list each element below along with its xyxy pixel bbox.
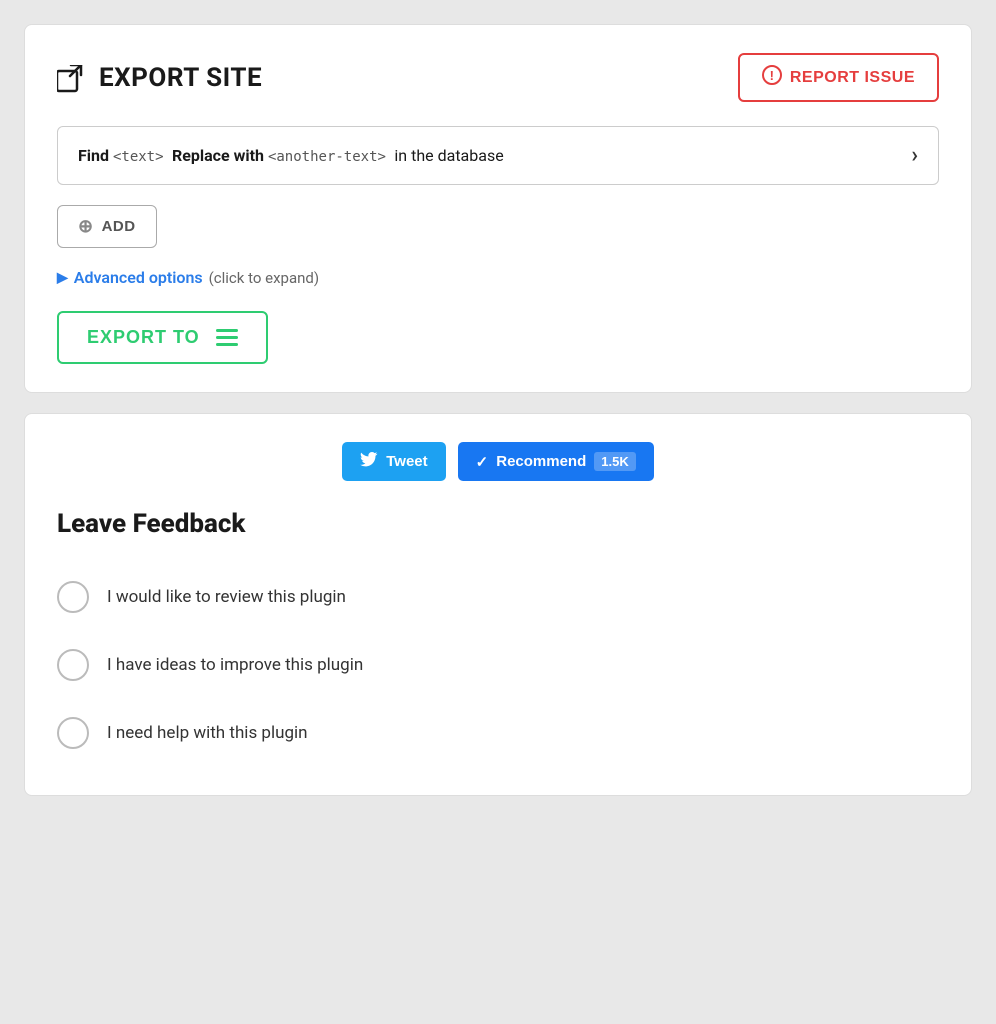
recommend-label: Recommend xyxy=(496,453,586,470)
leave-feedback-title: Leave Feedback xyxy=(57,509,939,539)
advanced-options[interactable]: ▶ Advanced options (click to expand) xyxy=(57,268,939,287)
find-replace-arrow: › xyxy=(911,143,918,168)
feedback-option-2-label: I have ideas to improve this plugin xyxy=(107,655,363,675)
feedback-option-1[interactable]: I would like to review this plugin xyxy=(57,563,939,631)
find-replace-text: Find <text> Replace with <another-text> … xyxy=(78,146,504,165)
twitter-icon xyxy=(360,452,378,471)
feedback-card: Tweet ✓ Recommend 1.5K Leave Feedback I … xyxy=(24,413,972,796)
tweet-label: Tweet xyxy=(386,453,427,470)
export-site-text: EXPORT SITE xyxy=(99,63,262,93)
add-label: ADD xyxy=(102,218,136,235)
recommend-check-icon: ✓ xyxy=(476,453,489,471)
export-site-header: EXPORT SITE ! REPORT ISSUE xyxy=(57,53,939,102)
feedback-option-1-label: I would like to review this plugin xyxy=(107,587,346,607)
export-site-title: EXPORT SITE xyxy=(57,62,262,92)
svg-text:!: ! xyxy=(769,68,774,83)
feedback-option-2[interactable]: I have ideas to improve this plugin xyxy=(57,631,939,699)
radio-ideas[interactable] xyxy=(57,649,89,681)
add-icon: ⊕ xyxy=(78,216,94,237)
report-issue-label: REPORT ISSUE xyxy=(790,69,915,87)
radio-help[interactable] xyxy=(57,717,89,749)
find-label: Find xyxy=(78,146,109,165)
tweet-button[interactable]: Tweet xyxy=(342,442,445,481)
feedback-options: I would like to review this plugin I hav… xyxy=(57,563,939,767)
advanced-options-hint: (click to expand) xyxy=(209,269,319,287)
advanced-options-arrow-icon: ▶ xyxy=(57,270,68,286)
recommend-button[interactable]: ✓ Recommend 1.5K xyxy=(458,442,654,481)
recommend-count: 1.5K xyxy=(594,452,635,471)
export-to-label: EXPORT TO xyxy=(87,327,200,348)
replace-label: Replace with xyxy=(172,146,264,165)
replace-code: <another-text> xyxy=(268,149,394,165)
find-code: <text> xyxy=(113,149,172,165)
radio-review[interactable] xyxy=(57,581,89,613)
social-buttons: Tweet ✓ Recommend 1.5K xyxy=(57,442,939,481)
export-to-button[interactable]: EXPORT TO xyxy=(57,311,268,364)
report-issue-button[interactable]: ! REPORT ISSUE xyxy=(738,53,939,102)
feedback-option-3-label: I need help with this plugin xyxy=(107,723,308,743)
advanced-options-link[interactable]: Advanced options xyxy=(74,268,203,287)
report-issue-icon: ! xyxy=(762,65,782,90)
export-site-icon xyxy=(57,62,87,92)
export-site-card: EXPORT SITE ! REPORT ISSUE Find <text> R… xyxy=(24,24,972,393)
add-button[interactable]: ⊕ ADD xyxy=(57,205,157,248)
export-to-lines-icon xyxy=(216,329,238,346)
feedback-option-3[interactable]: I need help with this plugin xyxy=(57,699,939,767)
find-replace-bar[interactable]: Find <text> Replace with <another-text> … xyxy=(57,126,939,185)
find-replace-suffix: in the database xyxy=(394,146,503,165)
